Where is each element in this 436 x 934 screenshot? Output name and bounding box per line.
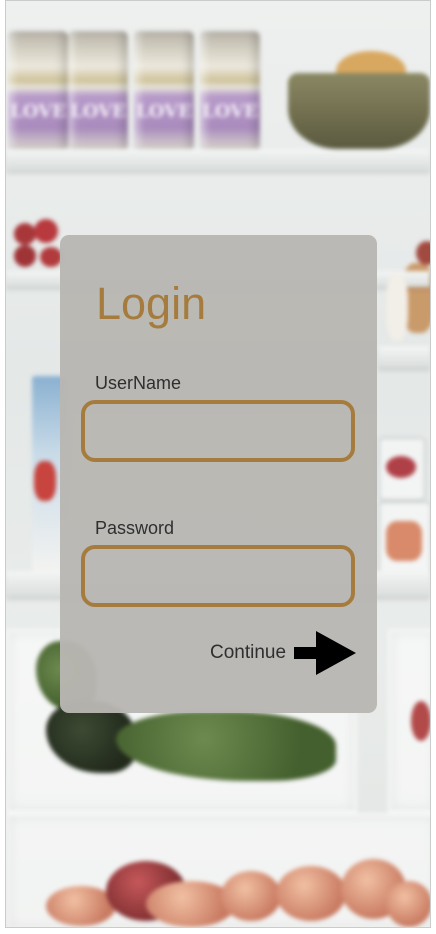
tomato — [14, 223, 36, 245]
berries — [386, 456, 416, 478]
can-label: LOVE — [70, 101, 126, 122]
login-title: Login — [96, 278, 207, 329]
arrow-right-icon — [294, 631, 357, 675]
bowl — [288, 73, 430, 149]
shelf — [6, 149, 430, 171]
password-input[interactable] — [81, 545, 355, 607]
login-card: Login UserName Password Continue — [60, 235, 377, 713]
shelf — [378, 346, 430, 368]
drink-can: LOVE — [134, 31, 194, 149]
username-label: UserName — [95, 373, 182, 393]
tomato — [34, 219, 58, 243]
password-label: Password — [95, 518, 175, 538]
continue-button[interactable]: Continue — [210, 631, 357, 675]
food — [386, 521, 422, 561]
drink-can: LOVE — [68, 31, 128, 149]
drink-can: LOVE — [8, 31, 68, 149]
can-label: LOVE — [136, 101, 192, 122]
fruit — [416, 241, 430, 265]
can-label: LOVE — [10, 101, 66, 122]
fruit — [411, 701, 430, 741]
drink-can: LOVE — [200, 31, 260, 149]
username-input[interactable] — [81, 400, 355, 462]
continue-label: Continue — [210, 642, 287, 663]
potato — [221, 871, 281, 921]
can-label: LOVE — [202, 101, 258, 122]
tomato — [40, 247, 62, 267]
strawberry-print — [34, 461, 56, 501]
potato — [386, 881, 430, 927]
tomato — [14, 245, 36, 267]
potato — [276, 866, 346, 921]
lettuce-leaf — [386, 273, 408, 341]
